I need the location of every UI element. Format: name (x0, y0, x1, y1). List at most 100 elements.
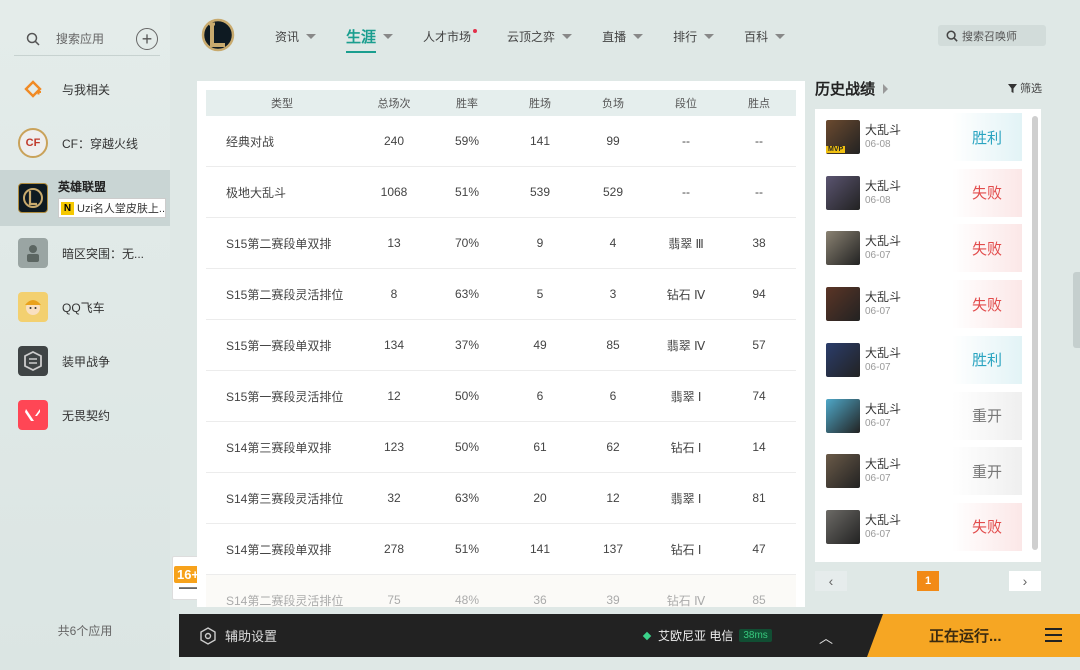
server-status[interactable]: 艾欧尼亚 电信 38ms (642, 627, 772, 644)
app-search-row[interactable]: 搜索应用 + (14, 22, 160, 56)
match-history-item[interactable]: 大乱斗 06-07 失败 (815, 276, 1041, 332)
age-rating-caption: ▬▬▬ (179, 584, 197, 591)
nav-item-career[interactable]: 生涯 (346, 26, 394, 53)
table-cell: 8 (390, 287, 398, 301)
table-cell: 1068 (380, 185, 408, 199)
app-label: QQ飞车 (62, 300, 105, 315)
expand-up-button[interactable]: ︿ (819, 628, 833, 648)
table-cell: 翡翠 Ⅰ (670, 491, 702, 506)
nav-item-live[interactable]: 直播 (602, 28, 644, 45)
menu-icon[interactable] (1045, 628, 1062, 642)
table-row: S14第三赛段单双排 123 50% 61 62 钻石 Ⅰ 14 (206, 422, 796, 473)
app-count: 共6个应用 (57, 624, 113, 638)
match-history-item[interactable]: 大乱斗 06-07 重开 (815, 388, 1041, 444)
match-history-item[interactable]: MVP 大乱斗 06-08 胜利 (815, 109, 1041, 165)
table-cell: 94 (752, 287, 766, 301)
app-item-lol[interactable]: 英雄联盟 N Uzi名人堂皮肤上... (0, 170, 170, 226)
table-cell: 37% (454, 338, 480, 352)
column-header: 段位 (675, 98, 697, 110)
assist-settings-button[interactable]: 辅助设置 (199, 626, 277, 645)
history-scrollbar[interactable] (1032, 116, 1038, 550)
chevron-right-icon (883, 83, 889, 94)
column-header: 负场 (602, 98, 624, 110)
nav-item-ranking[interactable]: 排行 (673, 28, 715, 45)
lol-brand-logo[interactable] (200, 16, 236, 54)
table-cell: 钻石 Ⅳ (666, 593, 706, 608)
match-date: 06-07 (865, 250, 891, 262)
nav-item-news[interactable]: 资讯 (275, 28, 317, 45)
table-cell: S14第二赛段灵活排位 (226, 593, 344, 608)
match-history-title[interactable]: 历史战绩 (815, 78, 889, 99)
app-item-armored-warfare[interactable]: 装甲战争 (0, 334, 170, 388)
next-page-button[interactable]: › (1009, 571, 1041, 591)
table-cell: 14 (752, 440, 766, 454)
match-date: 06-07 (865, 473, 891, 485)
running-status-button[interactable]: 正在运行... (867, 614, 1080, 657)
app-label: 装甲战争 (62, 354, 111, 369)
summoner-search-input[interactable]: 搜索召唤师 (938, 25, 1046, 46)
table-cell: 9 (536, 236, 544, 250)
table-cell: 141 (529, 542, 551, 556)
nav-item-wiki[interactable]: 百科 (744, 28, 786, 45)
table-row: S15第一赛段单双排 134 37% 49 85 翡翠 Ⅳ 57 (206, 320, 796, 371)
column-header: 胜点 (748, 98, 770, 110)
chevron-down-icon (633, 34, 644, 39)
match-history-item[interactable]: 大乱斗 06-07 失败 (815, 499, 1041, 555)
current-page[interactable]: 1 (917, 571, 939, 591)
app-list: 与我相关 CF CF：穿越火线 英雄联盟 N Uzi名人堂皮肤上... 暗区突围… (0, 62, 170, 442)
match-history-item[interactable]: 大乱斗 06-07 胜利 (815, 332, 1041, 388)
app-search-input[interactable]: 搜索应用 (56, 30, 136, 47)
match-date: 06-07 (865, 417, 891, 429)
table-cell: S15第一赛段灵活排位 (226, 389, 344, 404)
table-cell: 63% (454, 491, 480, 505)
app-item-cf[interactable]: CF CF：穿越火线 (0, 116, 170, 170)
app-label: 与我相关 (62, 82, 111, 97)
match-mode: 大乱斗 (865, 178, 902, 193)
table-cell: 39 (606, 593, 620, 607)
table-cell: 134 (383, 338, 405, 352)
prev-page-button[interactable]: ‹ (815, 571, 847, 591)
arena-breakout-icon (18, 238, 48, 268)
nav-item-talent-market[interactable]: 人才市场 (423, 28, 478, 45)
table-row: S15第一赛段灵活排位 12 50% 6 6 翡翠 Ⅰ 74 (206, 371, 796, 422)
table-cell: 99 (606, 134, 620, 148)
filter-icon (1008, 83, 1017, 93)
app-item-qq-speed[interactable]: QQ飞车 (0, 280, 170, 334)
match-history-item[interactable]: 大乱斗 06-08 失败 (815, 165, 1041, 221)
champion-portrait (826, 509, 860, 544)
armored-warfare-icon (18, 346, 48, 376)
match-result: 失败 (952, 168, 1022, 217)
filter-button[interactable]: 筛选 (1008, 80, 1042, 96)
match-mode: 大乱斗 (865, 512, 902, 527)
match-history-item[interactable]: 大乱斗 06-07 重开 (815, 443, 1041, 499)
champion-portrait (826, 342, 860, 377)
app-item-arena-breakout[interactable]: 暗区突围：无... (0, 226, 170, 280)
career-stats-table: 类型 总场次 胜率 胜场 负场 段位 胜点 经典对战 240 59% 141 99 -- -… (197, 81, 805, 607)
table-cell: 70% (454, 236, 480, 250)
table-cell: 61 (533, 440, 547, 454)
table-cell: 57 (752, 338, 766, 352)
table-cell: 极地大乱斗 (226, 185, 287, 200)
add-app-button[interactable]: + (136, 27, 158, 50)
table-cell: 75 (387, 593, 401, 607)
search-placeholder: 搜索召唤师 (962, 30, 1017, 43)
table-cell: 3 (609, 287, 617, 301)
table-cell: 6 (609, 389, 617, 403)
table-cell: S14第三赛段灵活排位 (226, 491, 344, 506)
table-cell: 123 (383, 440, 405, 454)
table-cell: S14第二赛段单双排 (226, 542, 332, 557)
table-cell: 翡翠 Ⅳ (666, 338, 706, 353)
table-cell: S15第二赛段灵活排位 (226, 287, 344, 302)
nav-label: 百科 (744, 30, 769, 44)
app-item-valorant[interactable]: 无畏契约 (0, 388, 170, 442)
app-item-related[interactable]: 与我相关 (0, 62, 170, 116)
table-cell: 12 (606, 491, 620, 505)
app-news-ticker[interactable]: N Uzi名人堂皮肤上... (58, 198, 166, 218)
table-cell: 278 (383, 542, 405, 556)
match-history-item[interactable]: 大乱斗 06-07 失败 (815, 220, 1041, 276)
cf-logo-icon: CF (18, 128, 48, 158)
settings-hex-icon (200, 626, 216, 645)
window-scrollbar[interactable] (1073, 272, 1080, 348)
nav-item-tft[interactable]: 云顶之弈 (507, 28, 573, 45)
column-header: 胜场 (529, 98, 551, 110)
